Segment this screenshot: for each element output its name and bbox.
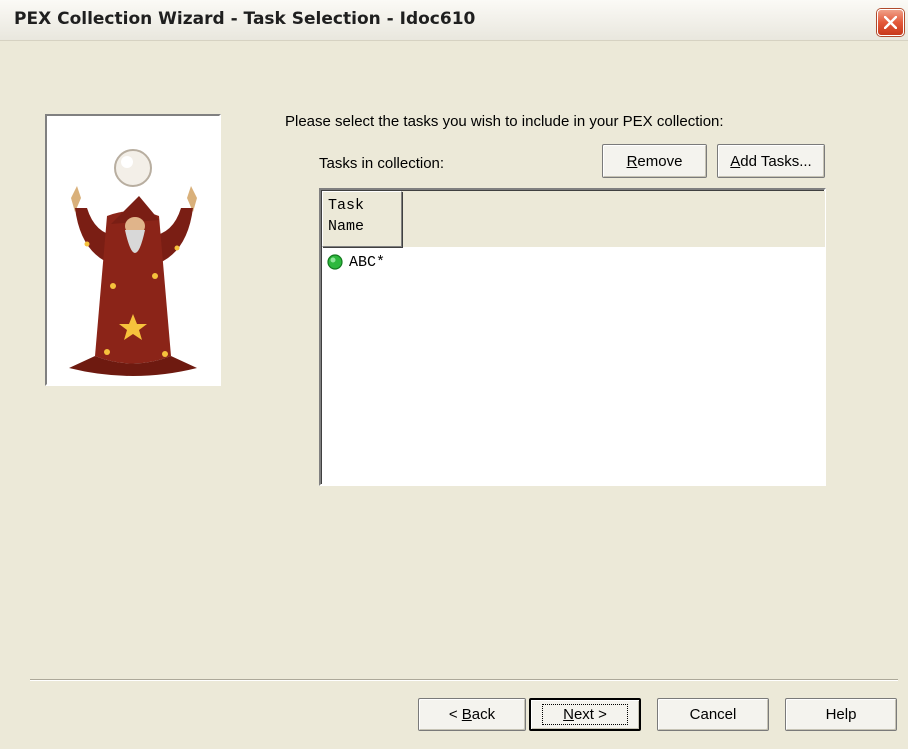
next-mnemonic: N	[563, 706, 574, 723]
back-label: ack	[471, 706, 496, 723]
remove-mnemonic: R	[626, 152, 638, 170]
remove-button[interactable]: Remove	[602, 144, 707, 178]
back-mnemonic: B	[461, 706, 472, 723]
next-focus-rect: Next >	[542, 704, 628, 725]
help-button[interactable]: Help	[785, 698, 897, 731]
back-prefix: <	[448, 706, 462, 723]
back-button[interactable]: < Back	[418, 698, 526, 731]
cancel-button[interactable]: Cancel	[657, 698, 769, 731]
column-header-task-name[interactable]: Task Name	[322, 191, 402, 247]
wizard-image	[45, 114, 221, 386]
tasks-in-collection-label: Tasks in collection:	[319, 155, 445, 172]
add-tasks-mnemonic: A	[730, 152, 741, 170]
footer-separator	[30, 679, 898, 681]
list-item[interactable]: ABC*	[327, 252, 385, 272]
add-tasks-button[interactable]: Add Tasks...	[717, 144, 825, 178]
task-name: ABC*	[349, 253, 386, 271]
column-header-line-1: Task	[328, 197, 365, 214]
column-header-line-2: Name	[328, 218, 365, 235]
add-tasks-label: dd Tasks...	[740, 152, 812, 170]
close-icon	[884, 16, 897, 29]
window-title: PEX Collection Wizard - Task Selection -…	[14, 9, 476, 29]
next-button[interactable]: Next >	[529, 698, 641, 731]
next-label: ext >	[573, 706, 607, 723]
tasks-list[interactable]: Task Name ABC*	[319, 188, 826, 486]
title-bar: PEX Collection Wizard - Task Selection -…	[0, 0, 908, 41]
list-header: Task Name	[322, 191, 825, 247]
green-status-icon	[327, 254, 343, 270]
remove-label: emove	[637, 152, 683, 170]
close-button[interactable]	[877, 9, 904, 36]
instruction-text: Please select the tasks you wish to incl…	[285, 113, 724, 130]
